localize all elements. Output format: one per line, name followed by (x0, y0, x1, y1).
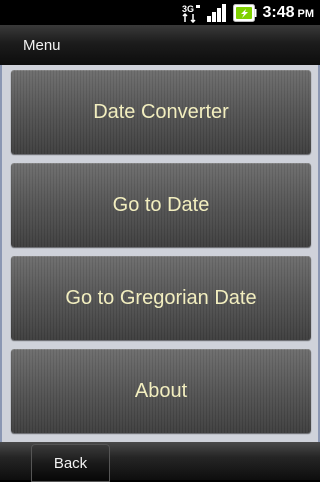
menu-list: Date Converter Go to Date Go to Gregoria… (0, 65, 320, 442)
date-converter-button[interactable]: Date Converter (11, 70, 311, 154)
status-time: 3:48 (262, 3, 295, 21)
back-button[interactable]: Back (31, 444, 110, 482)
status-bar: 3G 3:48 PM (0, 0, 320, 25)
signal-strength-icon (206, 3, 228, 23)
3g-data-icon: 3G (181, 2, 202, 23)
go-to-gregorian-date-button[interactable]: Go to Gregorian Date (11, 256, 311, 340)
date-converter-label: Date Converter (93, 100, 229, 123)
go-to-date-button[interactable]: Go to Date (11, 163, 311, 247)
status-ampm: PM (297, 8, 315, 20)
about-button[interactable]: About (11, 349, 311, 433)
page-title: Menu (23, 36, 61, 54)
back-label: Back (53, 454, 88, 472)
bottom-bar: Back (0, 442, 320, 482)
about-label: About (134, 379, 188, 402)
go-to-date-label: Go to Date (112, 193, 210, 216)
svg-text:3G: 3G (182, 4, 194, 14)
go-to-gregorian-date-label: Go to Gregorian Date (65, 286, 257, 309)
title-bar: Menu (0, 25, 320, 65)
battery-charging-icon (233, 3, 257, 22)
